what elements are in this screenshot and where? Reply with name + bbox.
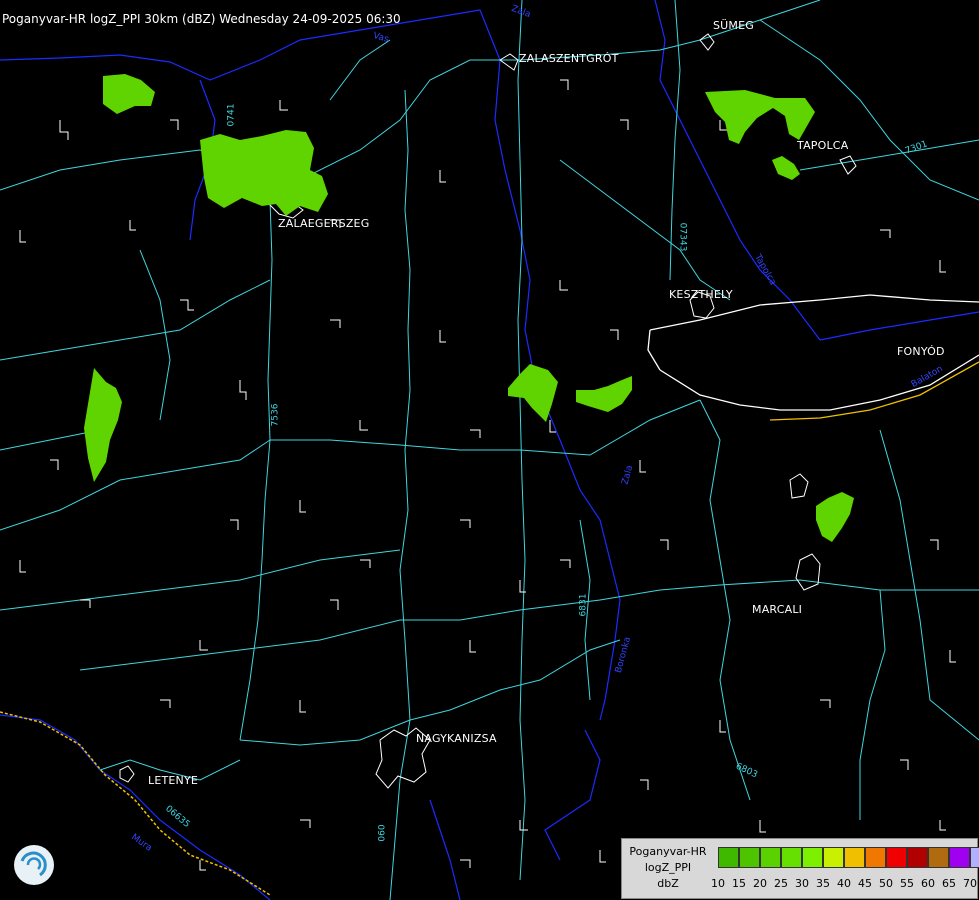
road-label-0741: 0741 — [226, 103, 237, 127]
echo-zalaegerszeg — [200, 130, 328, 216]
echo-marcali-north — [816, 492, 854, 542]
echo-center-right — [576, 376, 632, 412]
legend-swatch — [907, 847, 928, 868]
legend-swatch — [718, 847, 739, 868]
map-title: Poganyvar-HR logZ_PPI 30km (dBZ) Wednesd… — [2, 12, 401, 26]
echo-center-left — [508, 364, 558, 422]
legend-title: Poganyvar-HR logZ_PPI dbZ — [622, 839, 714, 892]
roads — [0, 0, 979, 900]
legend-unit: dbZ — [657, 877, 679, 890]
legend-swatch — [802, 847, 823, 868]
city-label-zalaszentgrot: ZALASZENTGRÓT — [519, 52, 619, 65]
city-label-letenye: LETENYE — [148, 774, 199, 787]
legend-swatch — [781, 847, 802, 868]
city-label-tapolca: TAPOLCA — [797, 139, 849, 152]
legend-swatch — [865, 847, 886, 868]
road-label-7536: 7536 — [270, 403, 281, 427]
legend-swatch — [886, 847, 907, 868]
legend-swatch — [928, 847, 949, 868]
legend-swatch — [949, 847, 970, 868]
legend-swatch — [739, 847, 760, 868]
radar-map — [0, 0, 979, 900]
radar-echoes — [84, 74, 854, 542]
road-label-6831: 6831 — [578, 593, 589, 617]
city-label-zalaegerszeg: ZALAEGERSZEG — [278, 217, 370, 230]
legend-swatch — [844, 847, 865, 868]
legend-quantity: logZ_PPI — [644, 861, 692, 874]
echo-tapolca-small — [772, 156, 800, 180]
radar-swirl-logo-icon — [14, 845, 54, 885]
legend-product: Poganyvar-HR — [629, 845, 707, 858]
legend-swatch — [970, 847, 979, 868]
city-label-marcali: MARCALI — [752, 603, 803, 616]
dbz-legend: Poganyvar-HR logZ_PPI dbZ 10 15 20 25 30 35 40… — [621, 838, 979, 899]
city-label-keszthely: KESZTHELY — [669, 288, 733, 301]
city-label-fonyod: FONYÓD — [897, 345, 945, 358]
city-label-nagykanizsa: NAGYKANIZSA — [416, 732, 497, 745]
road-label-07343: 07343 — [677, 222, 688, 252]
legend-tick: 70 — [963, 877, 977, 890]
road-label-060: 060 — [377, 824, 388, 842]
legend-swatch — [760, 847, 781, 868]
legend-swatch — [823, 847, 844, 868]
lake-shore-highway — [769, 361, 979, 421]
city-label-sumeg: SÜMEG — [713, 19, 754, 32]
echo-tapolca — [705, 90, 815, 144]
echo-northwest — [103, 74, 155, 114]
echo-west — [84, 368, 122, 482]
